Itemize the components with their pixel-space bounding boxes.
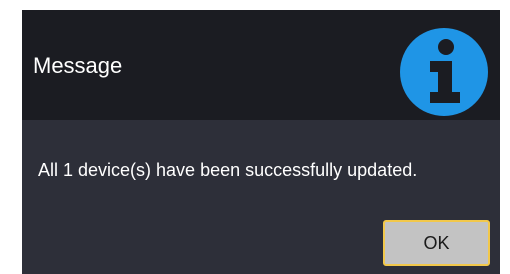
info-icon [400,28,488,116]
ok-button[interactable]: OK [383,220,490,266]
dialog-message: All 1 device(s) have been successfully u… [38,160,418,180]
dialog-title: Message [33,53,123,78]
dialog-body: All 1 device(s) have been successfully u… [22,120,500,274]
message-dialog: Message All 1 device(s) have been succes… [22,10,500,274]
dialog-header: Message [22,10,500,120]
